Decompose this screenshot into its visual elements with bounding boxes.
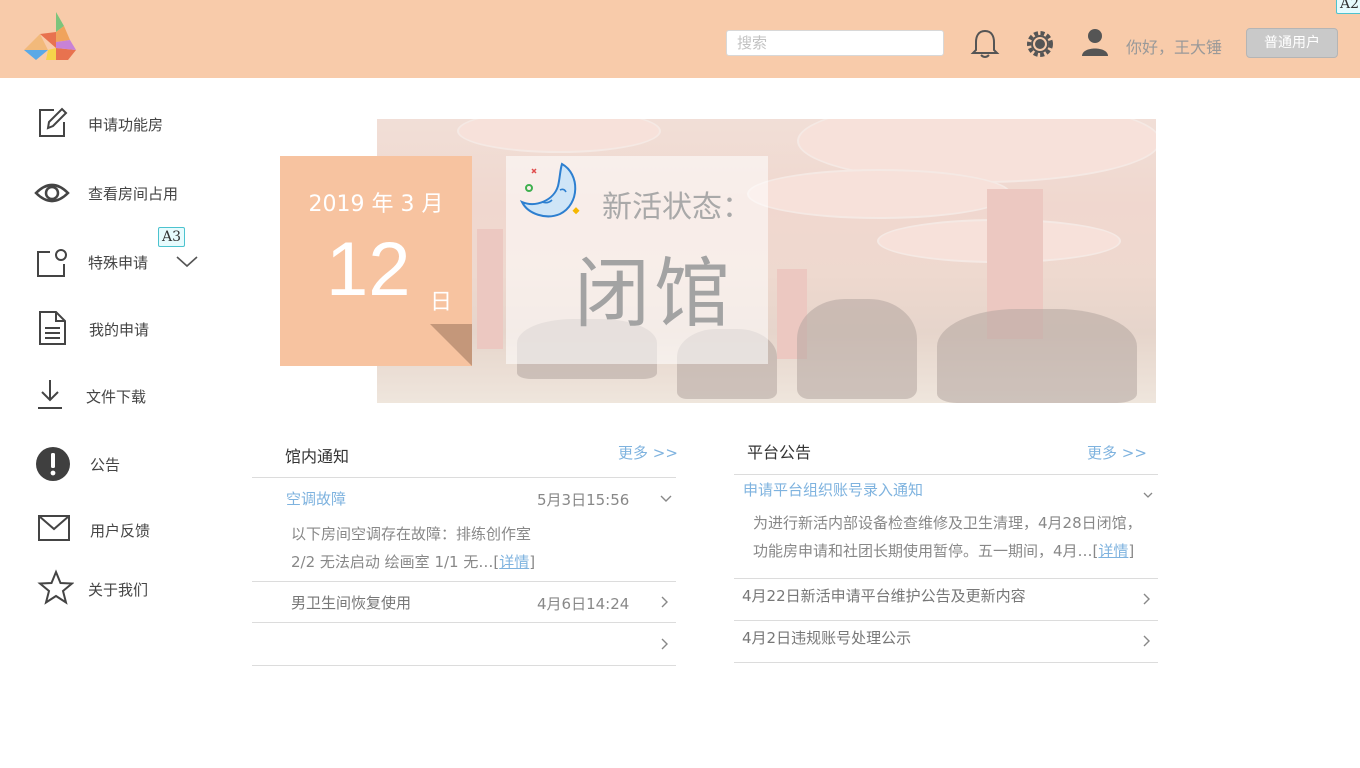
chevron-down-icon[interactable] xyxy=(1143,492,1153,499)
edit-icon xyxy=(39,107,68,137)
logo-icon[interactable] xyxy=(22,12,78,64)
star-icon xyxy=(37,569,74,605)
sidebar-item-label: 我的申请 xyxy=(89,321,150,339)
sidebar-item-label: 查看房间占用 xyxy=(88,185,179,203)
chevron-right-icon[interactable] xyxy=(1143,635,1151,647)
announcement-item-title[interactable]: 4月2日违规账号处理公示 xyxy=(742,627,911,648)
announcement-detail-link[interactable]: 详情 xyxy=(1098,542,1128,560)
notices-title: 馆内通知 xyxy=(285,447,350,466)
download-icon xyxy=(38,380,62,409)
mail-icon xyxy=(38,515,70,541)
divider xyxy=(734,662,1158,663)
divider xyxy=(252,477,676,478)
announcements-title: 平台公告 xyxy=(747,443,812,462)
notice-item-description: 以下房间空调存在故障：排练创作室 2/2 无法启动 绘画室 1/1 无…[详情] xyxy=(291,525,536,571)
sidebar-item-announcement[interactable]: 公告 xyxy=(34,444,244,484)
divider xyxy=(252,665,676,666)
date-card-fold xyxy=(430,324,472,366)
annotation-tag: A2 xyxy=(1336,0,1360,14)
date-year-month: 2019 年 3 月 xyxy=(308,192,444,217)
sidebar-item-about[interactable]: 关于我们 xyxy=(34,569,244,609)
divider xyxy=(734,474,1158,475)
sidebar-item-label: 申请功能房 xyxy=(88,116,164,134)
bell-icon[interactable] xyxy=(970,28,1000,60)
sidebar-item-label: 文件下载 xyxy=(86,388,147,406)
status-label: 新活状态： xyxy=(602,190,752,225)
sidebar-item-file-download[interactable]: 文件下载 xyxy=(34,376,244,416)
divider xyxy=(252,581,676,582)
chevron-down-icon[interactable] xyxy=(660,495,672,503)
notice-item-time: 4月6日14:24 xyxy=(537,595,630,613)
sidebar-item-label: 公告 xyxy=(90,456,121,474)
status-value: 闭馆 xyxy=(574,249,734,338)
notice-item-title[interactable]: 男卫生间恢复使用 xyxy=(291,592,411,613)
sidebar-item-feedback[interactable]: 用户反馈 xyxy=(34,510,244,550)
announcement-item-description: 为进行新活内部设备检查维修及卫生清理，4月28日闭馆， 功能房申请和社团长期使用… xyxy=(753,514,1142,560)
user-role-button[interactable]: 普通用户 xyxy=(1246,28,1338,58)
announcement-item-title[interactable]: 4月22日新活申请平台维护公告及更新内容 xyxy=(742,585,1026,606)
notice-item-time: 5月3日15:56 xyxy=(537,491,630,509)
sidebar-item-special-request[interactable]: 特殊申请 xyxy=(34,242,244,282)
sidebar-item-apply-room[interactable]: 申请功能房 xyxy=(34,104,244,144)
eye-icon xyxy=(34,183,70,203)
sidebar-item-room-occupancy[interactable]: 查看房间占用 xyxy=(34,173,244,213)
search-input[interactable] xyxy=(726,30,944,56)
divider xyxy=(252,622,676,623)
date-day-unit: 日 xyxy=(430,290,453,315)
divider xyxy=(734,620,1158,621)
settings-icon[interactable] xyxy=(1024,28,1056,60)
divider xyxy=(734,578,1158,579)
special-request-icon xyxy=(37,249,67,277)
document-icon xyxy=(39,311,66,345)
sidebar-item-my-requests[interactable]: 我的申请 xyxy=(34,309,244,349)
exclamation-icon xyxy=(36,447,70,481)
annotation-tag: A3 xyxy=(158,227,186,247)
notices-more-link[interactable]: 更多 >> xyxy=(618,442,678,463)
sidebar-item-label: 关于我们 xyxy=(88,581,149,599)
chevron-right-icon[interactable] xyxy=(661,638,669,650)
user-greeting: 你好，王大锤 xyxy=(1126,38,1223,57)
sidebar-item-label: 用户反馈 xyxy=(90,522,151,540)
chevron-right-icon[interactable] xyxy=(661,596,669,608)
chevron-down-icon[interactable] xyxy=(176,256,198,268)
notice-item-title[interactable]: 空调故障 xyxy=(286,488,346,509)
notice-detail-link[interactable]: 详情 xyxy=(499,553,529,571)
announcement-item-title[interactable]: 申请平台组织账号录入通知 xyxy=(743,479,923,500)
moon-icon xyxy=(519,162,580,218)
chevron-right-icon[interactable] xyxy=(1143,593,1151,605)
date-day: 12 xyxy=(326,227,411,312)
announcements-more-link[interactable]: 更多 >> xyxy=(1087,442,1147,463)
user-icon[interactable] xyxy=(1080,26,1110,58)
sidebar-item-label: 特殊申请 xyxy=(88,254,149,272)
